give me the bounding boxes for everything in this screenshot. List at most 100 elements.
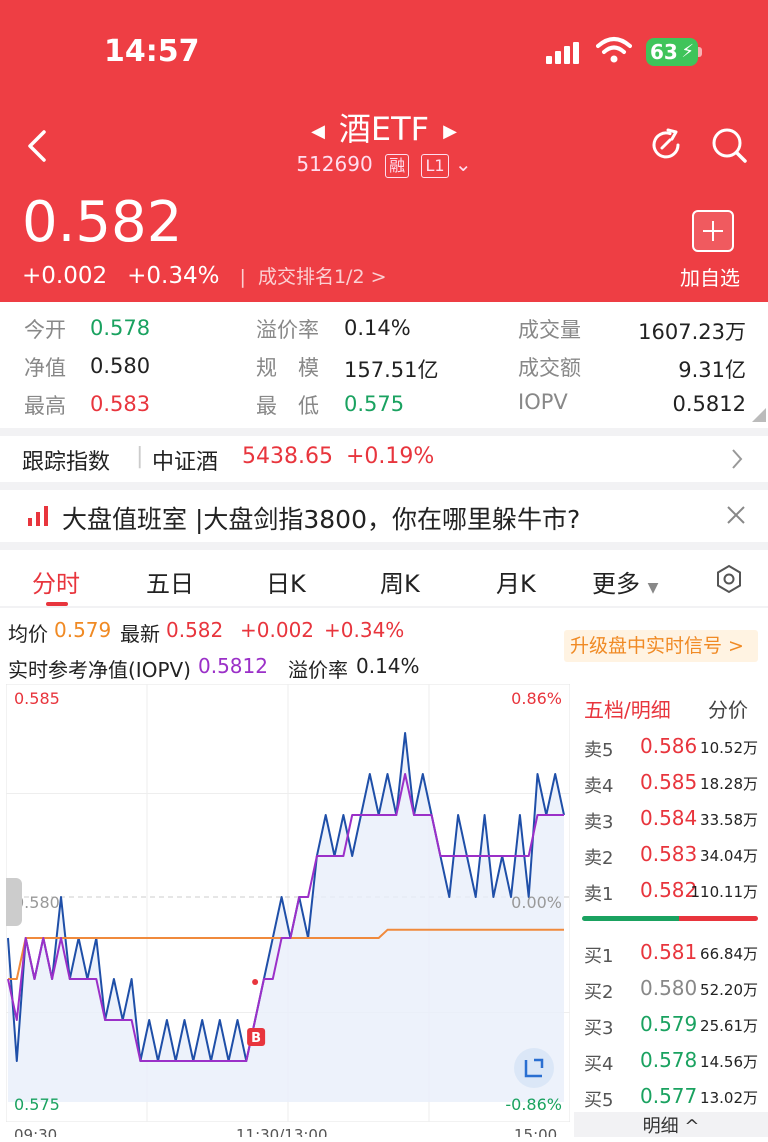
info-change-pct: +0.34% (324, 618, 405, 642)
order-book: 五档/明细 分价 卖5 0.586 10.52万 卖4 0.585 18.28万 卖3 0.5… (574, 684, 768, 1137)
tracking-index-value: 5438.65 (242, 444, 333, 469)
buy-marker-dot (252, 979, 259, 985)
level-tag: L1 (421, 154, 449, 178)
sell-price: 0.584 (640, 806, 698, 830)
expand-corner-icon[interactable] (752, 408, 766, 422)
next-stock-icon[interactable]: ▶ (443, 121, 457, 142)
amount-label: 成交额 (518, 356, 581, 380)
buy-volume: 13.02万 (700, 1089, 758, 1107)
buy-row[interactable]: 买5 0.577 13.02万 (584, 1082, 768, 1112)
share-icon[interactable] (648, 126, 686, 164)
tracking-index-pct: +0.19% (346, 444, 435, 469)
tab-daily-k[interactable]: 日K (266, 564, 306, 599)
sell-volume: 10.52万 (700, 739, 758, 757)
buy-level-label: 买1 (584, 946, 614, 967)
sell-level-label: 卖3 (584, 812, 614, 833)
buy-level-label: 买3 (584, 1018, 614, 1039)
stock-code: 512690 (296, 152, 373, 176)
search-icon[interactable] (710, 126, 748, 164)
volume-label: 成交量 (518, 318, 581, 342)
tab-five-day[interactable]: 五日 (146, 564, 194, 599)
buy-level-label: 买2 (584, 982, 614, 1003)
price-change-pct: +0.34% (127, 263, 220, 289)
x-axis-labels: 09:30 11:30/13:00 15:00 (0, 1122, 570, 1137)
volume-value: 1607.23万 (638, 320, 746, 344)
iopv-label: IOPV (518, 390, 568, 414)
premium-value: 0.14% (344, 316, 411, 340)
intraday-chart[interactable]: B 0.585 0.580 0.575 0.86% 0.00% -0.86% (6, 684, 570, 1122)
tracking-index-row[interactable]: 跟踪指数 | 中证酒 5438.65 +0.19% (0, 432, 768, 482)
side-handle[interactable] (6, 878, 22, 926)
sell-row[interactable]: 卖1 0.582 110.11万 (584, 876, 768, 906)
divider (0, 542, 768, 550)
header: 14:57 63 ⚡ ◀ 酒ETF ▶ 512690 融 L1 ⌄ 0.582 +0.… (0, 0, 768, 302)
buy-volume: 25.61万 (700, 1017, 758, 1035)
sell-row[interactable]: 卖4 0.585 18.28万 (584, 768, 768, 798)
sell-volume: 33.58万 (700, 811, 758, 829)
caret-down-icon: ▼ (647, 580, 659, 596)
upgrade-signal-button[interactable]: 升级盘中实时信号 > (564, 630, 758, 662)
premium-label: 溢价率 (256, 318, 319, 342)
buy-level-label: 买4 (584, 1054, 614, 1075)
y-tick-top-right: 0.86% (511, 689, 562, 708)
detail-toggle[interactable]: 明细 ^ (574, 1112, 768, 1137)
sell-price: 0.583 (640, 842, 698, 866)
tab-more[interactable]: 更多 ▼ (592, 564, 658, 599)
price-change-row: +0.002 +0.34% | 成交排名1/2 > (22, 262, 427, 289)
status-time: 14:57 (104, 34, 200, 69)
iopv-realtime-label: 实时参考净值(IOPV) (8, 658, 191, 682)
nav-label: 净值 (24, 356, 66, 380)
news-banner[interactable]: 大盘值班室 |大盘剑指3800，你在哪里躲牛市? (0, 490, 768, 542)
buy-row[interactable]: 买2 0.580 52.20万 (584, 974, 768, 1004)
sell-volume: 34.04万 (700, 847, 758, 865)
sell-level-label: 卖4 (584, 776, 614, 797)
buy-price: 0.581 (640, 940, 698, 964)
sell-level-label: 卖2 (584, 848, 614, 869)
chart-info: 均价 0.579 最新 0.582 +0.002 +0.34% 实时参考净值(I… (0, 612, 768, 682)
order-book-tab[interactable]: 五档/明细 (584, 694, 671, 723)
tracking-index-name: 中证酒 (152, 450, 219, 475)
buy-price: 0.578 (640, 1048, 698, 1072)
battery-tip (698, 47, 702, 57)
tab-intraday[interactable]: 分时 (32, 564, 80, 599)
tab-monthly-k[interactable]: 月K (496, 564, 536, 599)
fullscreen-button[interactable] (514, 1048, 554, 1088)
buy-row[interactable]: 买4 0.578 14.56万 (584, 1046, 768, 1076)
current-price: 0.582 (22, 190, 183, 255)
add-watchlist-button[interactable] (692, 210, 734, 252)
sell-price: 0.585 (640, 770, 698, 794)
stock-name: 酒ETF (338, 110, 430, 148)
sell-row[interactable]: 卖5 0.586 10.52万 (584, 732, 768, 762)
open-value: 0.578 (90, 316, 151, 340)
signal-icon (546, 42, 582, 64)
x-tick-end: 15:00 (514, 1126, 558, 1137)
price-split-tab[interactable]: 分价 (708, 694, 748, 723)
buy-row[interactable]: 买1 0.581 66.84万 (584, 938, 768, 968)
settings-icon[interactable] (714, 564, 744, 594)
sell-row[interactable]: 卖3 0.584 33.58万 (584, 804, 768, 834)
buy-row[interactable]: 买3 0.579 25.61万 (584, 1010, 768, 1040)
info-premium-label: 溢价率 (288, 658, 348, 682)
volume-rank-link[interactable]: | 成交排名1/2 > (239, 266, 406, 288)
divider (0, 482, 768, 490)
tab-weekly-k[interactable]: 周K (380, 564, 420, 599)
divider (0, 606, 768, 608)
wifi-icon (596, 37, 632, 63)
add-watchlist-label[interactable]: 加自选 (680, 262, 740, 291)
info-premium-value: 0.14% (356, 654, 420, 678)
avg-value: 0.579 (54, 618, 112, 642)
buy-price: 0.579 (640, 1012, 698, 1036)
buy-price: 0.580 (640, 976, 698, 1000)
chart-tabs: 分时 五日 日K 周K 月K 更多 ▼ (0, 552, 768, 606)
sell-row[interactable]: 卖2 0.583 34.04万 (584, 840, 768, 870)
margin-tag: 融 (385, 154, 410, 178)
chevron-right-icon (732, 449, 743, 469)
iopv-realtime-value: 0.5812 (198, 654, 268, 678)
chart-bars-icon (28, 506, 48, 526)
last-value: 0.582 (166, 618, 224, 642)
close-icon[interactable] (726, 505, 746, 525)
low-label: 最 低 (256, 394, 319, 418)
sell-level-label: 卖1 (584, 884, 614, 905)
chevron-down-icon: ⌄ (454, 152, 472, 176)
prev-stock-icon[interactable]: ◀ (311, 121, 325, 142)
